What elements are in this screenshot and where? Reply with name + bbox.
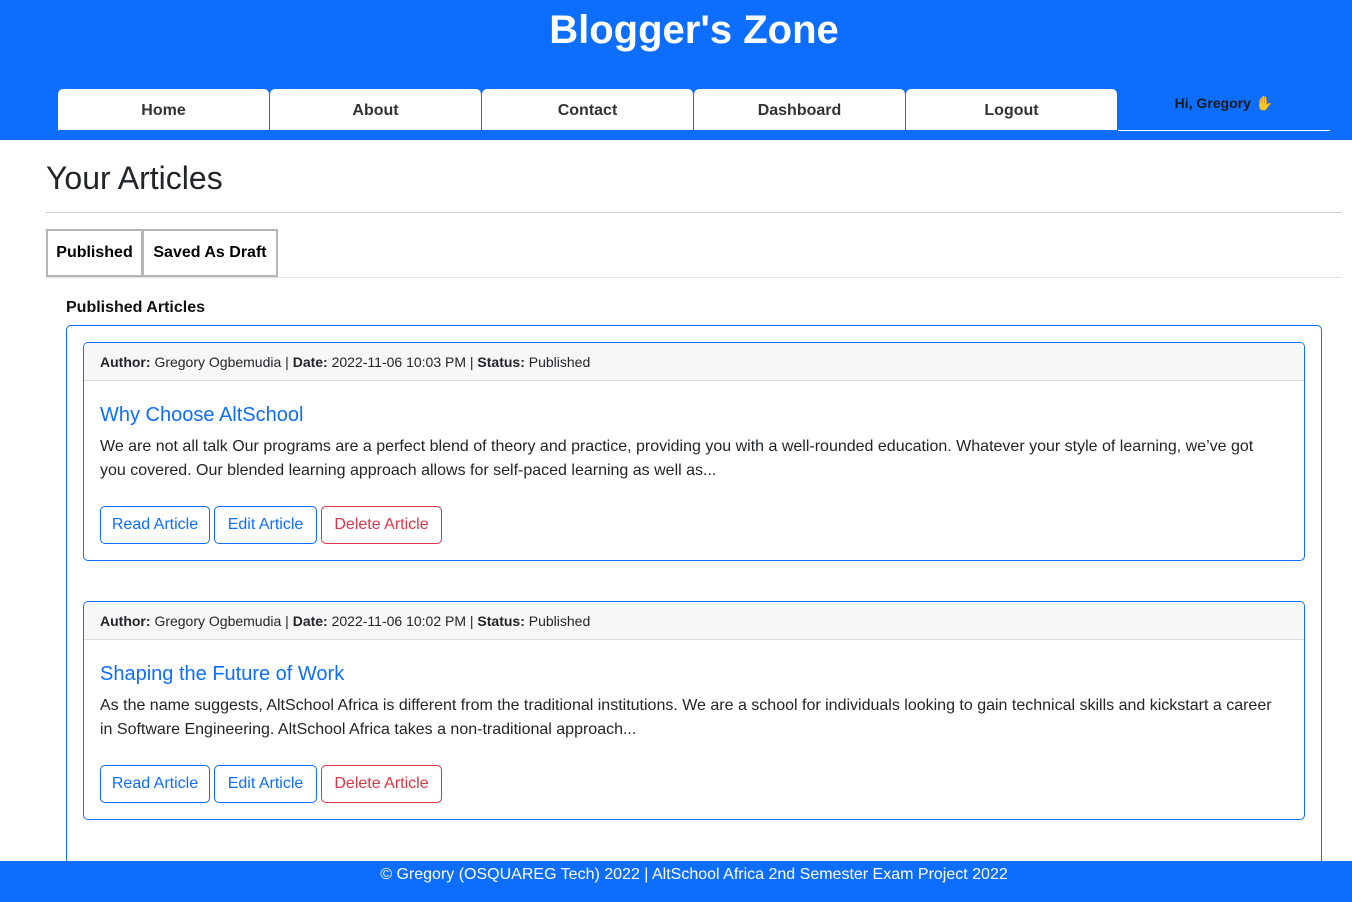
article-card: Author: Gregory Ogbemudia | Date: 2022-1… xyxy=(83,342,1305,561)
greeting-text: Hi, Gregory xyxy=(1174,95,1251,111)
article-title-link[interactable]: Why Choose AltSchool xyxy=(100,402,303,428)
site-title: Blogger's Zone xyxy=(549,8,839,52)
article-excerpt: As the name suggests, AltSchool Africa i… xyxy=(100,697,1272,738)
page-title: Your Articles xyxy=(46,160,223,196)
read-article-button[interactable]: Read Article xyxy=(100,765,210,803)
nav-about[interactable]: About xyxy=(270,89,481,130)
delete-article-button[interactable]: Delete Article xyxy=(321,506,442,544)
author-label: Author: xyxy=(100,354,151,370)
article-date: 2022-11-06 10:03 PM xyxy=(331,354,466,370)
nav-logout[interactable]: Logout xyxy=(906,89,1117,130)
tab-published[interactable]: Published xyxy=(46,229,143,277)
status-label: Status: xyxy=(477,613,525,629)
edit-article-button[interactable]: Edit Article xyxy=(214,765,317,803)
divider xyxy=(46,277,1342,278)
article-meta: Author: Gregory Ogbemudia | Date: 2022-1… xyxy=(84,343,1304,381)
author-name: Gregory Ogbemudia xyxy=(154,613,282,629)
nav-contact[interactable]: Contact xyxy=(482,89,693,130)
date-label: Date: xyxy=(292,613,328,629)
tab-saved-as-draft[interactable]: Saved As Draft xyxy=(142,229,278,277)
article-title-link[interactable]: Shaping the Future of Work xyxy=(100,661,344,687)
date-label: Date: xyxy=(292,354,328,370)
article-excerpt: We are not all talk Our programs are a p… xyxy=(100,438,1254,479)
author-label: Author: xyxy=(100,613,151,629)
nav-home[interactable]: Home xyxy=(58,89,269,130)
read-article-button[interactable]: Read Article xyxy=(100,506,210,544)
edit-article-button[interactable]: Edit Article xyxy=(214,506,317,544)
user-greeting: Hi, Gregory ✋ xyxy=(1118,89,1330,131)
site-header: Blogger's Zone Home About Contact Dashbo… xyxy=(0,0,1352,140)
footer-text: © Gregory (OSQUAREG Tech) 2022 | AltScho… xyxy=(380,866,1008,883)
waving-hand-icon: ✋ xyxy=(1255,95,1274,111)
delete-article-button[interactable]: Delete Article xyxy=(321,765,442,803)
section-heading: Published Articles xyxy=(66,299,205,316)
divider xyxy=(46,212,1342,213)
article-status: Published xyxy=(528,354,591,370)
article-meta: Author: Gregory Ogbemudia | Date: 2022-1… xyxy=(84,602,1304,640)
article-status: Published xyxy=(528,613,591,629)
status-label: Status: xyxy=(477,354,525,370)
article-date: 2022-11-06 10:02 PM xyxy=(331,613,466,629)
nav-dashboard[interactable]: Dashboard xyxy=(694,89,905,130)
site-footer: © Gregory (OSQUAREG Tech) 2022 | AltScho… xyxy=(0,861,1352,902)
article-card: Author: Gregory Ogbemudia | Date: 2022-1… xyxy=(83,601,1305,820)
author-name: Gregory Ogbemudia xyxy=(154,354,282,370)
